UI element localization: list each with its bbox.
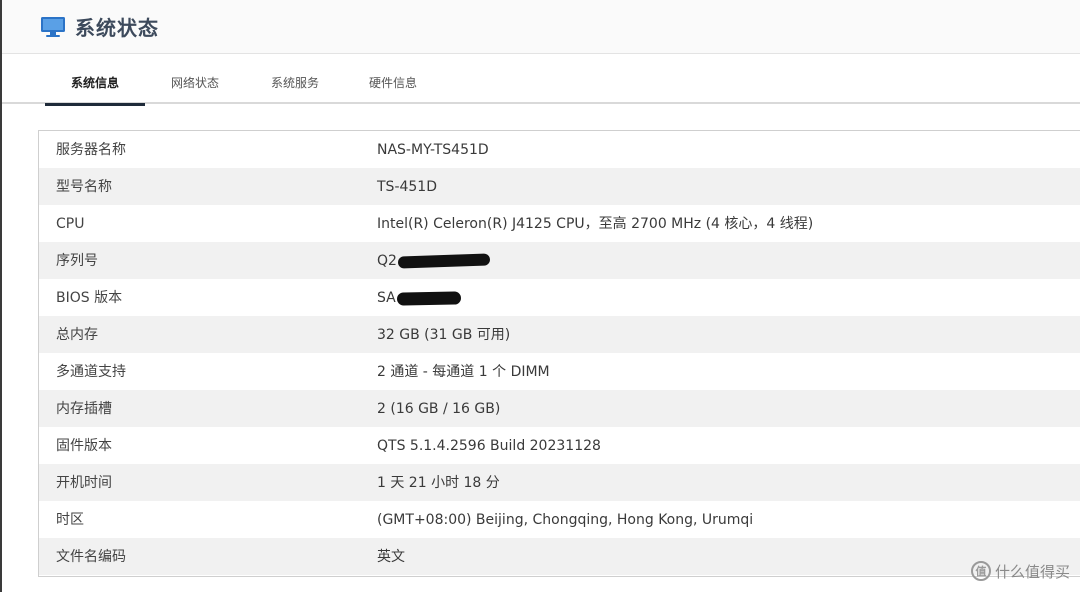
redaction-mark (397, 253, 491, 269)
row-value: Q2 (377, 253, 397, 269)
row-label: 固件版本 (56, 438, 112, 454)
row-label: 内存插槽 (56, 401, 112, 417)
row-label: 时区 (56, 512, 84, 528)
row-label: 型号名称 (56, 179, 112, 195)
row-value: QTS 5.1.4.2596 Build 20231128 (377, 438, 601, 454)
row-label: 开机时间 (56, 475, 112, 491)
tab-network-status[interactable]: 网络状态 (145, 54, 245, 104)
row-value: NAS-MY-TS451D (377, 142, 489, 158)
row-value: 1 天 21 小时 18 分 (377, 475, 500, 491)
page-header: 系统状态 (2, 0, 1080, 54)
row-label: CPU (56, 216, 85, 232)
row-value: 英文 (377, 549, 405, 565)
row-value-container: Q2 (377, 242, 491, 279)
row-value: 32 GB (31 GB 可用) (377, 327, 511, 343)
site-watermark: 值 什么值得买 (970, 560, 1070, 582)
row-value: TS-451D (377, 179, 437, 195)
row-label: 文件名编码 (56, 549, 126, 565)
row-label: 总内存 (56, 327, 98, 343)
row-value: 2 通道 - 每通道 1 个 DIMM (377, 364, 550, 380)
row-label: BIOS 版本 (56, 290, 123, 306)
tab-system-info[interactable]: 系统信息 (45, 54, 145, 106)
page-title: 系统状态 (75, 16, 159, 40)
table-row-filename-encoding: 文件名编码 英文 (39, 538, 1080, 575)
system-status-window: 系统状态 系统信息 网络状态 系统服务 硬件信息 服务器名称 NAS-MY-TS… (0, 0, 1080, 592)
row-label: 多通道支持 (56, 364, 126, 380)
system-info-table: 服务器名称 NAS-MY-TS451D 型号名称 TS-451D CPU Int… (38, 130, 1080, 577)
row-value: Intel(R) Celeron(R) J4125 CPU，至高 2700 MH… (377, 216, 814, 232)
row-value: (GMT+08:00) Beijing, Chongqing, Hong Kon… (377, 512, 754, 528)
table-row-serial-number: 序列号 Q2 (39, 242, 1080, 279)
row-value: 2 (16 GB / 16 GB) (377, 401, 501, 417)
tab-system-services[interactable]: 系统服务 (245, 54, 345, 104)
tab-bar: 系统信息 网络状态 系统服务 硬件信息 (2, 54, 1080, 106)
watermark-text: 什么值得买 (994, 562, 1070, 581)
table-row-uptime: 开机时间 1 天 21 小时 18 分 (39, 464, 1080, 501)
row-label: 服务器名称 (56, 142, 126, 158)
table-row-model-name: 型号名称 TS-451D (39, 168, 1080, 205)
table-row-memory-slots: 内存插槽 2 (16 GB / 16 GB) (39, 390, 1080, 427)
watermark-logo-icon: 值 (970, 561, 991, 581)
table-row-total-memory: 总内存 32 GB (31 GB 可用) (39, 316, 1080, 353)
table-row-multichannel: 多通道支持 2 通道 - 每通道 1 个 DIMM (39, 353, 1080, 390)
table-row-server-name: 服务器名称 NAS-MY-TS451D (39, 131, 1080, 168)
table-row-firmware-version: 固件版本 QTS 5.1.4.2596 Build 20231128 (39, 427, 1080, 464)
row-value: SA (377, 290, 396, 306)
table-row-cpu: CPU Intel(R) Celeron(R) J4125 CPU，至高 270… (39, 205, 1080, 242)
tab-hardware-info[interactable]: 硬件信息 (343, 54, 443, 104)
row-value-container: SA (377, 279, 461, 316)
table-row-timezone: 时区 (GMT+08:00) Beijing, Chongqing, Hong … (39, 501, 1080, 538)
table-row-bios-version: BIOS 版本 SA (39, 279, 1080, 316)
redaction-mark (396, 290, 461, 306)
row-label: 序列号 (56, 253, 98, 269)
monitor-icon (41, 17, 65, 37)
